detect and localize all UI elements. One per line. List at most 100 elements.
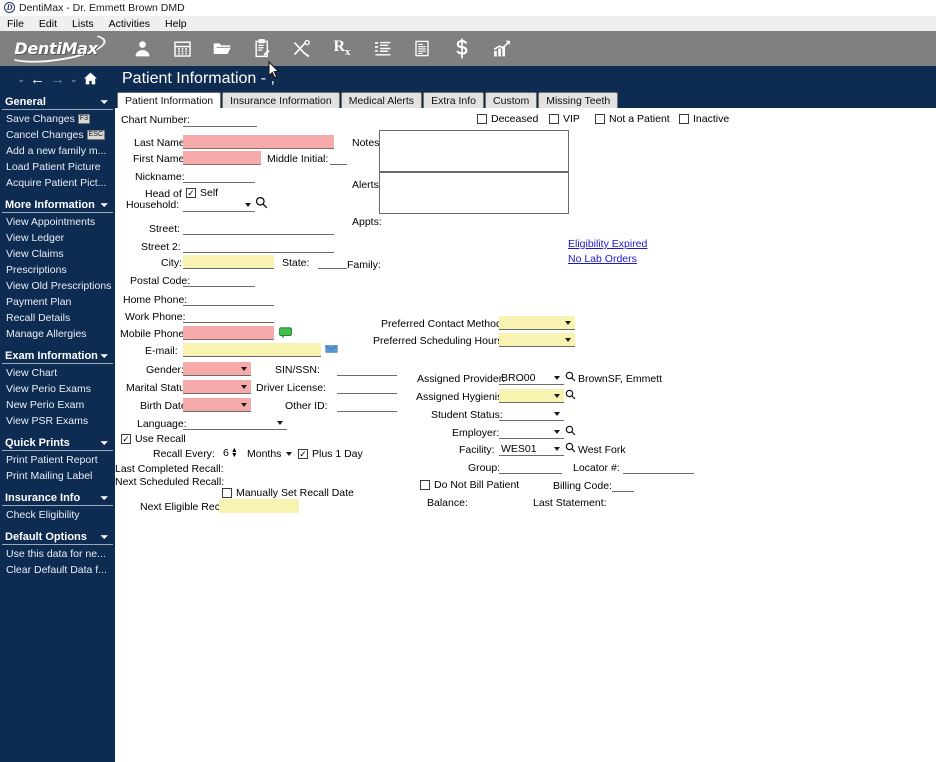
sidebar-item-view-chart[interactable]: View Chart bbox=[0, 365, 115, 381]
sidebar-item-clear-default-data[interactable]: Clear Default Data f... bbox=[0, 562, 115, 578]
employer-combo[interactable] bbox=[499, 425, 564, 439]
assigned-hygienist-search-icon[interactable] bbox=[565, 389, 576, 400]
checkbox-inactive[interactable]: Inactive bbox=[679, 113, 729, 125]
menu-item-lists[interactable]: Lists bbox=[71, 18, 95, 30]
tab-insurance-information[interactable]: Insurance Information bbox=[222, 92, 340, 108]
eligibility-expired-link[interactable]: Eligibility Expired bbox=[568, 238, 647, 250]
sidebar-item-new-perio-exam[interactable]: New Perio Exam bbox=[0, 397, 115, 413]
head-of-household-search-icon[interactable] bbox=[255, 196, 268, 209]
sidebar-item-load-patient-picture[interactable]: Load Patient Picture bbox=[0, 159, 115, 175]
recall-unit-combo[interactable]: Months bbox=[245, 447, 296, 461]
sidebar-group-insurance-info[interactable]: Insurance Info ⏷ bbox=[2, 491, 113, 506]
document-icon[interactable] bbox=[402, 31, 442, 66]
recall-every-stepper[interactable]: 6 ▲▼ bbox=[223, 447, 238, 459]
checkbox-do-not-bill-patient[interactable]: Do Not Bill Patient bbox=[420, 479, 519, 491]
checkbox-manually-set-recall-date[interactable]: Manually Set Recall Date bbox=[222, 487, 354, 499]
street2-input[interactable] bbox=[183, 239, 334, 253]
first-name-input[interactable] bbox=[183, 151, 261, 165]
home-phone-input[interactable] bbox=[183, 292, 274, 306]
sidebar-item-view-claims[interactable]: View Claims bbox=[0, 246, 115, 262]
sidebar-group-more-information[interactable]: More Information ⏷ bbox=[2, 198, 113, 213]
list-icon[interactable] bbox=[362, 31, 402, 66]
marital-status-combo[interactable] bbox=[183, 380, 251, 394]
billing-code-input[interactable] bbox=[612, 478, 634, 492]
employer-search-icon[interactable] bbox=[565, 425, 576, 436]
sidebar-item-prescriptions[interactable]: Prescriptions bbox=[0, 262, 115, 278]
sidebar-item-view-old-prescriptions[interactable]: View Old Prescriptions bbox=[0, 278, 115, 294]
email-send-icon[interactable] bbox=[325, 343, 338, 355]
sidebar-item-manage-allergies[interactable]: Manage Allergies bbox=[0, 326, 115, 342]
back-history-chevron-icon[interactable]: ⌄ bbox=[17, 74, 25, 85]
gender-combo[interactable] bbox=[183, 362, 251, 376]
driver-license-input[interactable] bbox=[337, 380, 397, 394]
sidebar-item-print-patient-report[interactable]: Print Patient Report bbox=[0, 452, 115, 468]
sidebar-group-exam-information[interactable]: Exam Information ⏷ bbox=[2, 349, 113, 364]
forward-arrow-icon[interactable]: → bbox=[50, 71, 65, 88]
assigned-provider-search-icon[interactable] bbox=[565, 371, 576, 382]
checkbox-deceased[interactable]: Deceased bbox=[477, 113, 538, 125]
forward-history-chevron-icon[interactable]: ⌄ bbox=[70, 74, 78, 85]
chart-number-input[interactable] bbox=[183, 113, 257, 127]
birth-date-combo[interactable] bbox=[183, 398, 251, 412]
nickname-input[interactable] bbox=[183, 169, 255, 183]
assigned-hygienist-combo[interactable] bbox=[499, 389, 564, 403]
mobile-phone-input[interactable] bbox=[183, 326, 274, 340]
sin-ssn-input[interactable] bbox=[337, 362, 397, 376]
menu-item-edit[interactable]: Edit bbox=[38, 18, 58, 30]
group-input[interactable] bbox=[499, 460, 562, 474]
last-name-input[interactable] bbox=[183, 135, 334, 149]
work-phone-input[interactable] bbox=[183, 309, 274, 323]
tab-medical-alerts[interactable]: Medical Alerts bbox=[341, 92, 422, 108]
patient-icon[interactable] bbox=[122, 31, 162, 66]
preferred-contact-method-combo[interactable] bbox=[499, 316, 575, 330]
menu-item-file[interactable]: File bbox=[6, 18, 25, 30]
head-of-household-combo[interactable] bbox=[183, 198, 255, 212]
folder-icon[interactable] bbox=[202, 31, 242, 66]
sidebar-item-view-appointments[interactable]: View Appointments bbox=[0, 214, 115, 230]
no-lab-orders-link[interactable]: No Lab Orders bbox=[568, 253, 637, 265]
postal-code-input[interactable] bbox=[183, 273, 255, 287]
tab-patient-information[interactable]: Patient Information bbox=[117, 92, 221, 108]
sidebar-item-view-psr-exams[interactable]: View PSR Exams bbox=[0, 413, 115, 429]
sidebar-item-add-family-member[interactable]: Add a new family m... bbox=[0, 143, 115, 159]
sidebar-group-general[interactable]: General ⏷ bbox=[2, 95, 113, 110]
tab-missing-teeth[interactable]: Missing Teeth bbox=[538, 92, 618, 108]
menu-item-activities[interactable]: Activities bbox=[108, 18, 151, 30]
locator-number-input[interactable] bbox=[623, 460, 694, 474]
state-input[interactable] bbox=[318, 255, 347, 269]
sidebar-item-use-this-data-for-new[interactable]: Use this data for ne... bbox=[0, 546, 115, 562]
sidebar-item-acquire-patient-picture[interactable]: Acquire Patient Pict... bbox=[0, 175, 115, 191]
email-input[interactable] bbox=[183, 343, 321, 357]
other-id-input[interactable] bbox=[337, 398, 397, 412]
checkbox-use-recall[interactable]: ✓ Use Recall bbox=[121, 433, 186, 445]
checkbox-plus-one-day[interactable]: ✓ Plus 1 Day bbox=[298, 448, 363, 460]
street-input[interactable] bbox=[183, 221, 334, 235]
menu-item-help[interactable]: Help bbox=[164, 18, 188, 30]
sidebar-item-check-eligibility[interactable]: Check Eligibility bbox=[0, 507, 115, 523]
dollar-icon[interactable] bbox=[442, 31, 482, 66]
rx-icon[interactable]: Rx bbox=[322, 31, 362, 66]
checkbox-vip[interactable]: VIP bbox=[549, 113, 580, 125]
assigned-provider-combo[interactable]: BRO00 bbox=[499, 371, 564, 385]
spinner-arrows-icon[interactable]: ▲▼ bbox=[231, 448, 238, 458]
facility-search-icon[interactable] bbox=[565, 442, 576, 453]
notes-textarea[interactable] bbox=[379, 130, 569, 172]
tab-extra-info[interactable]: Extra Info bbox=[423, 92, 484, 108]
sidebar-item-payment-plan[interactable]: Payment Plan bbox=[0, 294, 115, 310]
growth-chart-icon[interactable] bbox=[482, 31, 522, 66]
sidebar-group-default-options[interactable]: Default Options ⏷ bbox=[2, 530, 113, 545]
language-combo[interactable] bbox=[183, 416, 287, 430]
city-input[interactable] bbox=[183, 255, 274, 269]
sidebar-item-recall-details[interactable]: Recall Details bbox=[0, 310, 115, 326]
alerts-textarea[interactable] bbox=[379, 172, 569, 214]
tab-custom[interactable]: Custom bbox=[485, 92, 537, 108]
checkbox-not-a-patient[interactable]: Not a Patient bbox=[595, 113, 670, 125]
sidebar-item-print-mailing-label[interactable]: Print Mailing Label bbox=[0, 468, 115, 484]
sidebar-group-quick-prints[interactable]: Quick Prints ⏷ bbox=[2, 436, 113, 451]
middle-initial-input[interactable] bbox=[330, 151, 347, 165]
next-eligible-recall-input[interactable] bbox=[219, 499, 299, 513]
back-arrow-icon[interactable]: ← bbox=[30, 71, 45, 88]
calendar-icon[interactable] bbox=[162, 31, 202, 66]
home-icon[interactable] bbox=[83, 72, 98, 88]
student-status-combo[interactable] bbox=[499, 407, 564, 421]
